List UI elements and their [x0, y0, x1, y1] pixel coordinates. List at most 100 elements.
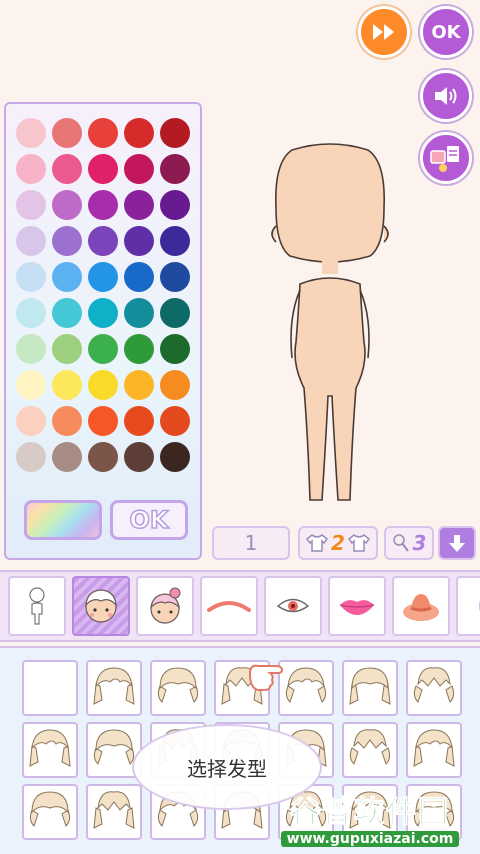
color-swatch[interactable]	[52, 442, 82, 472]
color-swatch[interactable]	[16, 298, 46, 328]
lips-icon	[339, 600, 375, 615]
color-swatch[interactable]	[124, 154, 154, 184]
color-swatch[interactable]	[16, 154, 46, 184]
color-swatch-grid	[16, 118, 192, 472]
color-swatch[interactable]	[160, 370, 190, 400]
tab-eyebrows[interactable]	[200, 576, 258, 636]
color-swatch[interactable]	[52, 118, 82, 148]
color-swatch[interactable]	[88, 154, 118, 184]
pointer-hand-icon	[248, 664, 284, 691]
color-swatch[interactable]	[160, 190, 190, 220]
tab-more[interactable]	[456, 576, 480, 636]
hairstyle-item[interactable]	[86, 784, 142, 840]
color-swatch[interactable]	[52, 190, 82, 220]
hairstyle-item[interactable]	[86, 660, 142, 716]
color-swatch[interactable]	[124, 118, 154, 148]
hairstyle-item[interactable]	[150, 660, 206, 716]
color-swatch[interactable]	[160, 298, 190, 328]
rainbow-color-button[interactable]	[24, 500, 102, 540]
fast-forward-button[interactable]	[358, 6, 410, 58]
eyebrow-icon	[207, 601, 251, 612]
hairstyle-icon	[86, 784, 142, 840]
color-swatch[interactable]	[124, 406, 154, 436]
color-swatch[interactable]	[52, 334, 82, 364]
color-swatch[interactable]	[88, 298, 118, 328]
tab-hair-front[interactable]	[72, 576, 130, 636]
hairstyle-item[interactable]	[342, 722, 398, 778]
shirt-icon	[347, 534, 370, 552]
color-swatch[interactable]	[124, 442, 154, 472]
hat-icon	[403, 594, 439, 621]
style-selector-3[interactable]: 3	[384, 526, 434, 560]
tab-hair-back[interactable]	[136, 576, 194, 636]
color-swatch[interactable]	[124, 334, 154, 364]
color-swatch[interactable]	[124, 190, 154, 220]
shirt-icon	[306, 534, 329, 552]
color-swatch[interactable]	[16, 262, 46, 292]
hairstyle-icon	[86, 660, 142, 716]
color-swatch[interactable]	[124, 370, 154, 400]
color-swatch[interactable]	[52, 262, 82, 292]
hairstyle-none[interactable]	[22, 660, 78, 716]
sound-button[interactable]	[420, 70, 472, 122]
color-swatch[interactable]	[16, 190, 46, 220]
color-swatch[interactable]	[16, 442, 46, 472]
color-swatch[interactable]	[52, 370, 82, 400]
color-swatch[interactable]	[160, 154, 190, 184]
style-selector-2[interactable]: 2	[298, 526, 378, 560]
color-swatch[interactable]	[52, 406, 82, 436]
style-selector-3-value: 3	[412, 531, 427, 555]
style-selector-1[interactable]: 1	[212, 526, 290, 560]
scroll-down-button[interactable]	[438, 526, 476, 560]
color-swatch[interactable]	[124, 298, 154, 328]
scene-button[interactable]	[420, 132, 472, 184]
scene-icon	[430, 146, 459, 172]
tab-eyes[interactable]	[264, 576, 322, 636]
palette-ok-label: OK	[129, 505, 170, 535]
hairstyle-item[interactable]	[22, 784, 78, 840]
palette-ok-button[interactable]: OK	[110, 500, 188, 540]
watermark: 谷普软件园 www.gupuxiazai.com	[262, 782, 478, 852]
hairstyle-item[interactable]	[406, 722, 462, 778]
color-swatch[interactable]	[160, 262, 190, 292]
face-hair-icon	[85, 589, 117, 623]
color-palette-panel: OK	[4, 102, 202, 560]
character-figure	[271, 143, 389, 501]
color-swatch[interactable]	[160, 226, 190, 256]
color-swatch[interactable]	[88, 226, 118, 256]
color-swatch[interactable]	[124, 226, 154, 256]
hairstyle-item[interactable]	[22, 722, 78, 778]
hair-bun-icon	[150, 587, 181, 624]
color-swatch[interactable]	[88, 442, 118, 472]
tab-mouth[interactable]	[328, 576, 386, 636]
tab-body[interactable]	[8, 576, 66, 636]
color-swatch[interactable]	[160, 118, 190, 148]
color-swatch[interactable]	[88, 334, 118, 364]
color-swatch[interactable]	[16, 334, 46, 364]
color-swatch[interactable]	[52, 298, 82, 328]
ok-button[interactable]: OK	[420, 6, 472, 58]
hairstyle-item[interactable]	[342, 660, 398, 716]
color-swatch[interactable]	[124, 262, 154, 292]
color-swatch[interactable]	[52, 226, 82, 256]
style-selector-1-value: 1	[244, 531, 258, 555]
hairstyle-icon	[22, 722, 78, 778]
color-swatch[interactable]	[16, 370, 46, 400]
color-swatch[interactable]	[160, 442, 190, 472]
color-swatch[interactable]	[88, 118, 118, 148]
hairstyle-item[interactable]	[406, 660, 462, 716]
hairstyle-icon	[22, 784, 78, 840]
style-selector-2-value: 2	[331, 531, 345, 555]
more-item-icon	[479, 600, 480, 612]
color-swatch[interactable]	[52, 154, 82, 184]
color-swatch[interactable]	[88, 370, 118, 400]
color-swatch[interactable]	[16, 226, 46, 256]
color-swatch[interactable]	[160, 406, 190, 436]
color-swatch[interactable]	[88, 406, 118, 436]
color-swatch[interactable]	[88, 262, 118, 292]
color-swatch[interactable]	[88, 190, 118, 220]
color-swatch[interactable]	[16, 118, 46, 148]
color-swatch[interactable]	[16, 406, 46, 436]
color-swatch[interactable]	[160, 334, 190, 364]
tab-hat[interactable]	[392, 576, 450, 636]
